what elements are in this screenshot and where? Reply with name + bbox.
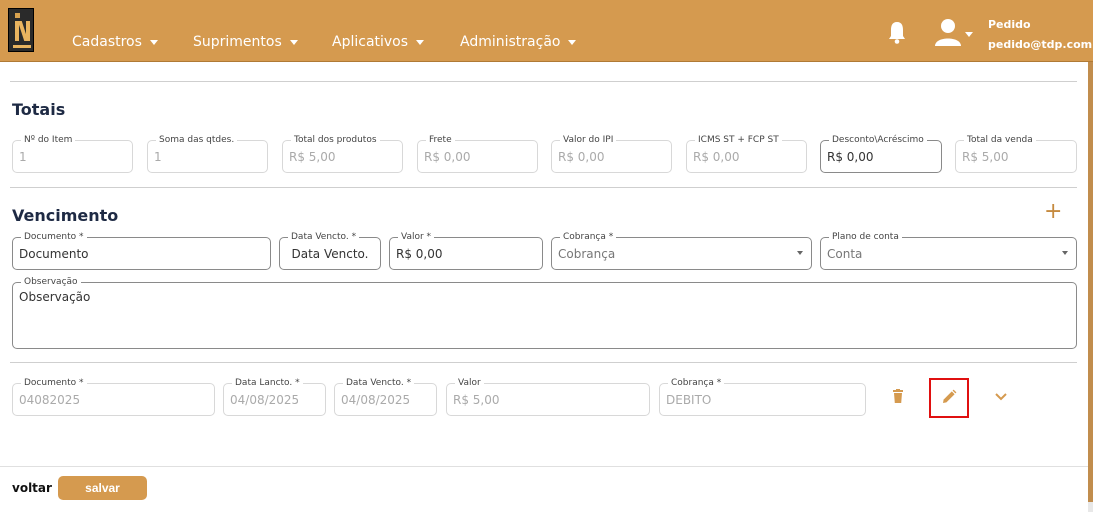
- chevron-down-icon[interactable]: [995, 392, 1007, 402]
- field-label: ICMS ST + FCP ST: [695, 134, 782, 146]
- scrollbar-thumb[interactable]: [1088, 62, 1093, 502]
- section-title-totais: Totais: [12, 100, 66, 119]
- row-data-lancto: Data Lancto. * 04/08/2025: [223, 377, 326, 416]
- select-caret-icon: [1062, 251, 1068, 255]
- field-value: 1: [19, 150, 27, 164]
- trash-icon[interactable]: [893, 389, 903, 403]
- documento-input[interactable]: Documento * Documento: [12, 231, 271, 270]
- plano-conta-select[interactable]: Plano de conta Conta: [820, 231, 1077, 270]
- nav-cadastros-label: Cadastros: [72, 34, 142, 50]
- field-label: Cobrança *: [560, 231, 617, 243]
- field-label: Documento *: [21, 377, 87, 389]
- field-value: R$ 5,00: [289, 150, 336, 164]
- field-label: Data Vencto. *: [343, 377, 415, 389]
- row-documento: Documento * 04082025: [12, 377, 215, 416]
- field-value: R$ 0,00: [424, 150, 471, 164]
- nav-suprimentos-label: Suprimentos: [193, 34, 282, 50]
- field-valor-ipi: Valor do IPI R$ 0,00: [551, 134, 672, 173]
- row-data-vencto: Data Vencto. * 04/08/2025: [334, 377, 437, 416]
- field-label: Plano de conta: [829, 231, 902, 243]
- bell-icon[interactable]: [888, 20, 906, 44]
- field-n-item: Nº do Item 1: [12, 134, 133, 173]
- nav-aplicativos-label: Aplicativos: [332, 34, 409, 50]
- pencil-icon[interactable]: [941, 389, 957, 405]
- field-label: Valor: [455, 377, 484, 389]
- caret-down-icon: [149, 39, 158, 45]
- user-menu-caret-icon[interactable]: [965, 32, 973, 37]
- field-value: 04/08/2025: [341, 393, 411, 407]
- field-value: R$ 5,00: [962, 150, 1009, 164]
- field-value: R$ 0,00: [693, 150, 740, 164]
- field-frete: Frete R$ 0,00: [417, 134, 538, 173]
- field-value: R$ 5,00: [453, 393, 500, 407]
- field-placeholder: Conta: [827, 247, 863, 261]
- select-caret-icon: [797, 251, 803, 255]
- field-label: Observação: [21, 276, 81, 288]
- nav-administracao[interactable]: Administração: [460, 34, 577, 50]
- field-label: Valor do IPI: [560, 134, 617, 146]
- divider: [10, 187, 1077, 188]
- nav-cadastros[interactable]: Cadastros: [72, 34, 158, 50]
- field-label: Frete: [426, 134, 455, 146]
- field-label: Total da venda: [964, 134, 1036, 146]
- field-value: R$ 0,00: [558, 150, 605, 164]
- field-label: Nº do Item: [21, 134, 76, 146]
- caret-down-icon: [289, 39, 298, 45]
- field-label: Data Vencto. *: [288, 231, 360, 243]
- field-value: R$ 0,00: [396, 247, 443, 261]
- add-vencimento-icon[interactable]: +: [1044, 201, 1062, 223]
- salvar-button[interactable]: salvar: [58, 476, 147, 500]
- field-icms-st: ICMS ST + FCP ST R$ 0,00: [686, 134, 807, 173]
- footer-divider: [0, 466, 1088, 467]
- section-title-vencimento: Vencimento: [12, 206, 119, 225]
- nav-suprimentos[interactable]: Suprimentos: [193, 34, 298, 50]
- valor-input[interactable]: Valor * R$ 0,00: [389, 231, 543, 270]
- user-name: Pedido: [988, 18, 1031, 31]
- row-cobranca: Cobrança * DEBITO: [659, 377, 866, 416]
- user-email: pedido@tdp.com.br: [988, 38, 1093, 51]
- divider: [10, 362, 1077, 363]
- field-total-venda: Total da venda R$ 5,00: [955, 134, 1077, 173]
- nav-administracao-label: Administração: [460, 34, 561, 50]
- field-label: Cobrança *: [668, 377, 725, 389]
- field-value: DEBITO: [666, 393, 712, 407]
- field-placeholder: Observação: [19, 290, 91, 304]
- field-label: Soma das qtdes.: [156, 134, 238, 146]
- row-valor: Valor R$ 5,00: [446, 377, 650, 416]
- field-label: Data Lancto. *: [232, 377, 303, 389]
- field-soma-qtdes: Soma das qtdes. 1: [147, 134, 268, 173]
- voltar-link[interactable]: voltar: [12, 481, 52, 495]
- field-placeholder: Documento: [19, 247, 89, 261]
- field-label: Valor *: [398, 231, 435, 243]
- field-value: 04/08/2025: [230, 393, 300, 407]
- caret-down-icon: [416, 39, 425, 45]
- field-value[interactable]: R$ 0,00: [827, 150, 874, 164]
- user-avatar-icon[interactable]: [934, 18, 962, 46]
- field-label: Documento *: [21, 231, 87, 243]
- field-desconto-acrescimo[interactable]: Desconto\Acréscimo R$ 0,00: [820, 134, 942, 173]
- field-value: 04082025: [19, 393, 81, 407]
- divider: [10, 81, 1077, 82]
- scrollbar[interactable]: [1088, 62, 1093, 512]
- top-navbar: Cadastros Suprimentos Aplicativos Admini…: [0, 0, 1093, 62]
- field-label: Desconto\Acréscimo: [829, 134, 927, 146]
- field-label: Total dos produtos: [291, 134, 380, 146]
- field-placeholder: Data Vencto.: [291, 247, 369, 261]
- field-value: 1: [154, 150, 162, 164]
- caret-down-icon: [568, 39, 577, 45]
- field-total-produtos: Total dos produtos R$ 5,00: [282, 134, 403, 173]
- data-vencto-input[interactable]: Data Vencto. * Data Vencto.: [279, 231, 381, 270]
- nav-aplicativos[interactable]: Aplicativos: [332, 34, 425, 50]
- logo[interactable]: [8, 8, 34, 52]
- field-placeholder: Cobrança: [558, 247, 616, 261]
- observacao-textarea[interactable]: Observação Observação: [12, 276, 1077, 349]
- cobranca-select[interactable]: Cobrança * Cobrança: [551, 231, 812, 270]
